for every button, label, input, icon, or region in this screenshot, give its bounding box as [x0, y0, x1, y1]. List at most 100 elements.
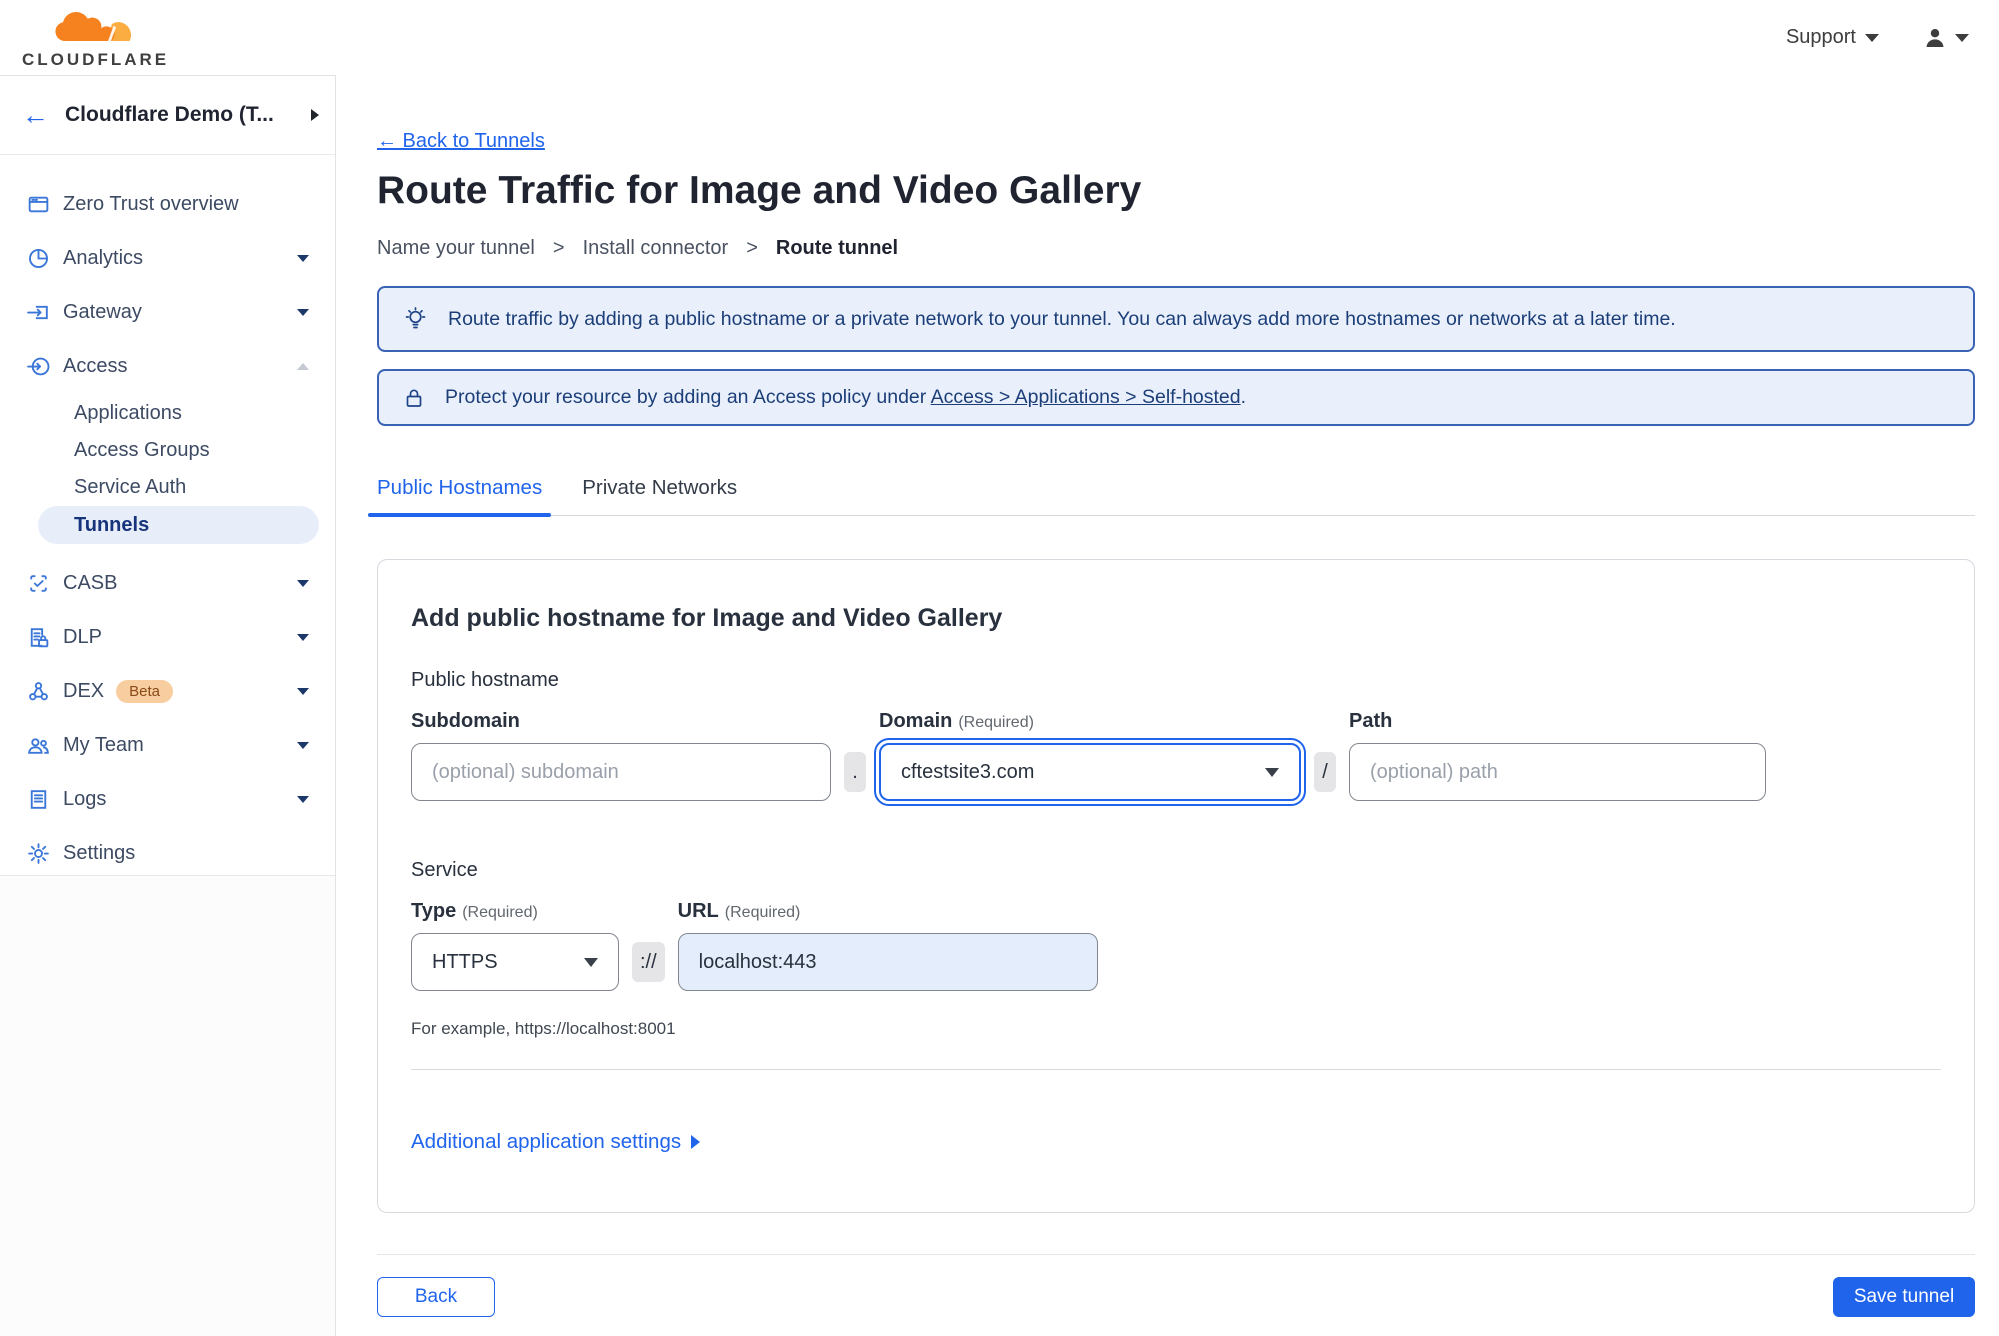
breadcrumb-step-name-tunnel[interactable]: Name your tunnel: [377, 237, 535, 260]
path-label: Path: [1349, 710, 1393, 732]
footer-divider: [377, 1254, 1975, 1255]
slash-separator: /: [1314, 752, 1336, 792]
breadcrumb-separator: >: [746, 237, 758, 259]
access-policy-text: Protect your resource by adding an Acces…: [445, 386, 1246, 409]
sidebar-item-applications[interactable]: Applications: [0, 395, 335, 432]
sidebar-item-my-team[interactable]: My Team: [0, 718, 335, 772]
dot-separator: .: [844, 752, 866, 792]
chevron-down-icon: [297, 254, 309, 262]
sidebar-item-label: DEX: [63, 679, 105, 702]
cloudflare-cloud-icon: [54, 11, 131, 41]
sidebar: ← Cloudflare Demo (T... Zero Trust overv…: [0, 75, 336, 1336]
account-name: Cloudflare Demo (T...: [65, 103, 274, 126]
domain-select-value: cftestsite3.com: [901, 760, 1035, 783]
url-label: URL (Required): [678, 900, 1098, 923]
domain-label: Domain (Required): [879, 710, 1301, 733]
hostname-field-row: Subdomain . Domain (Required) cftestsite3…: [411, 710, 1941, 806]
sidebar-item-tunnels[interactable]: Tunnels: [38, 506, 319, 544]
domain-label-text: Domain: [879, 710, 953, 732]
sidebar-item-label: My Team: [63, 733, 144, 756]
sidebar-item-label: Logs: [63, 787, 107, 810]
sidebar-item-settings[interactable]: Settings: [0, 826, 335, 880]
chevron-down-icon: [297, 633, 309, 641]
dex-icon: [29, 681, 48, 700]
sidebar-item-casb[interactable]: CASB: [0, 556, 335, 610]
chevron-down-icon: [297, 741, 309, 749]
chevron-down-icon: [297, 687, 309, 695]
subdomain-label: Subdomain: [411, 710, 520, 732]
breadcrumb-step-install-connector[interactable]: Install connector: [583, 237, 729, 260]
sidebar-item-label: Analytics: [63, 246, 144, 269]
add-hostname-card: Add public hostname for Image and Video …: [377, 559, 1975, 1213]
chevron-down-icon: [1955, 33, 1969, 42]
card-divider: [411, 1069, 1941, 1070]
sidebar-item-zero-trust-overview[interactable]: Zero Trust overview: [0, 177, 335, 231]
support-menu[interactable]: Support: [1786, 26, 1879, 49]
logs-icon: [30, 789, 47, 809]
save-tunnel-button[interactable]: Save tunnel: [1833, 1277, 1975, 1317]
domain-select[interactable]: cftestsite3.com: [874, 738, 1306, 806]
sidebar-item-access-groups[interactable]: Access Groups: [0, 432, 335, 469]
account-switcher[interactable]: ← Cloudflare Demo (T...: [0, 76, 335, 155]
sidebar-item-access[interactable]: Access: [0, 339, 335, 393]
back-to-tunnels-link[interactable]: ← Back to Tunnels: [377, 130, 545, 153]
top-bar: CLOUDFLARE Support: [0, 0, 1999, 75]
lightbulb-icon: [405, 306, 426, 328]
back-arrow-icon[interactable]: ←: [22, 101, 49, 129]
card-heading: Add public hostname for Image and Video …: [411, 604, 1003, 632]
access-submenu: Applications Access Groups Service Auth …: [0, 393, 335, 556]
cloudflare-logo[interactable]: CLOUDFLARE: [22, 8, 169, 68]
sidebar-item-label: Zero Trust overview: [63, 192, 239, 215]
dlp-icon: [30, 627, 49, 647]
type-required-hint: (Required): [462, 904, 538, 921]
submenu-item-label: Tunnels: [74, 513, 150, 536]
cloudflare-wordmark: CLOUDFLARE: [22, 49, 170, 69]
sidebar-item-logs[interactable]: Logs: [0, 772, 335, 826]
subdomain-input[interactable]: [411, 743, 831, 801]
access-policy-text-before: Protect your resource by adding an Acces…: [445, 386, 931, 408]
access-policy-text-after: .: [1240, 386, 1247, 408]
gear-icon: [28, 842, 49, 864]
type-label-text: Type: [411, 900, 457, 922]
access-icon: [27, 357, 50, 375]
sidebar-item-dex[interactable]: DEX Beta: [0, 664, 335, 718]
additional-settings-label: Additional application settings: [411, 1130, 682, 1153]
user-menu[interactable]: [1923, 26, 1969, 50]
gateway-icon: [27, 305, 48, 319]
sidebar-menu: Zero Trust overview Analytics Gateway Ac…: [0, 155, 335, 880]
chevron-right-icon: [311, 109, 319, 121]
chevron-down-icon: [584, 957, 598, 967]
main-content: ← Back to Tunnels Route Traffic for Imag…: [336, 75, 1999, 1336]
submenu-item-label: Service Auth: [74, 476, 187, 498]
service-type-select[interactable]: HTTPS: [411, 933, 619, 991]
service-field-row: Type (Required) HTTPS :// URL (Required): [411, 900, 1941, 991]
tab-private-networks[interactable]: Private Networks: [582, 476, 737, 515]
overview-window-icon: [28, 196, 49, 212]
chevron-down-icon: [297, 308, 309, 316]
casb-icon: [30, 574, 47, 592]
url-required-hint: (Required): [724, 904, 801, 921]
hostname-tabs: Public Hostnames Private Networks: [367, 476, 1975, 517]
footer-actions: Back Save tunnel: [377, 1277, 1975, 1317]
sidebar-item-label: Settings: [63, 841, 136, 864]
sidebar-item-label: DLP: [63, 625, 102, 648]
type-label: Type (Required): [411, 900, 619, 923]
sidebar-item-analytics[interactable]: Analytics: [0, 231, 335, 285]
sidebar-item-dlp[interactable]: DLP: [0, 610, 335, 664]
access-applications-link[interactable]: Access > Applications > Self-hosted: [931, 386, 1241, 408]
sidebar-item-service-auth[interactable]: Service Auth: [0, 469, 335, 506]
beta-badge: Beta: [116, 679, 173, 703]
chevron-down-icon: [297, 579, 309, 587]
user-avatar-icon: [1926, 28, 1944, 47]
chevron-right-icon: [691, 1135, 701, 1149]
url-label-text: URL: [677, 900, 719, 922]
additional-settings-link[interactable]: Additional application settings: [411, 1130, 701, 1154]
breadcrumb-step-route-tunnel: Route tunnel: [775, 237, 899, 259]
back-button[interactable]: Back: [377, 1277, 495, 1317]
service-url-input[interactable]: [677, 933, 1098, 991]
tab-public-hostnames[interactable]: Public Hostnames: [367, 476, 552, 517]
sidebar-footer-area: [0, 875, 335, 1336]
access-policy-banner: Protect your resource by adding an Acces…: [377, 369, 1975, 426]
path-input[interactable]: [1349, 743, 1766, 801]
sidebar-item-gateway[interactable]: Gateway: [0, 285, 335, 339]
